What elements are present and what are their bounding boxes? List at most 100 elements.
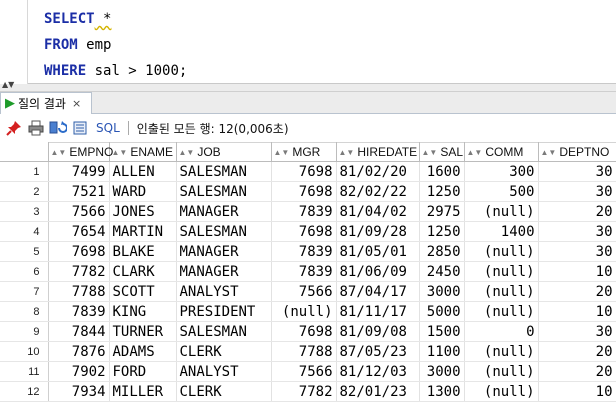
cell-ename[interactable]: TURNER [109,321,177,342]
cell-comm[interactable]: (null) [464,281,539,302]
cell-sal[interactable]: 2450 [419,261,465,282]
cell-empno[interactable]: 7698 [48,241,110,262]
cell-empno[interactable]: 7521 [48,181,110,202]
cell-mgr[interactable]: 7839 [271,241,337,262]
table-row[interactable]: 10 7876 ADAMS CLERK 7788 87/05/23 1100 (null) 20 [0,341,616,362]
cell-deptno[interactable]: 30 [538,321,616,342]
cell-ename[interactable]: FORD [109,361,177,382]
print-icon[interactable] [26,118,46,138]
table-row[interactable]: 8 7839 KING PRESIDENT (null) 81/11/17 5000 (nul… [0,301,616,322]
cell-hiredate[interactable]: 81/06/09 [336,261,420,282]
cell-empno[interactable]: 7782 [48,261,110,282]
cell-comm[interactable]: (null) [464,261,539,282]
cell-hiredate[interactable]: 81/05/01 [336,241,420,262]
cell-empno[interactable]: 7654 [48,221,110,242]
cell-job[interactable]: ANALYST [176,361,272,382]
close-icon[interactable]: × [72,97,81,110]
cell-hiredate[interactable]: 81/04/02 [336,201,420,222]
cell-empno[interactable]: 7499 [48,161,110,182]
cell-job[interactable]: CLERK [176,341,272,362]
cell-hiredate[interactable]: 81/02/20 [336,161,420,182]
cell-hiredate[interactable]: 82/01/23 [336,381,420,402]
column-header-hiredate[interactable]: ▲▼ HIREDATE [335,142,420,162]
cell-comm[interactable]: (null) [464,201,539,222]
cell-ename[interactable]: CLARK [109,261,177,282]
cell-sal[interactable]: 1500 [419,321,465,342]
cell-hiredate[interactable]: 81/09/28 [336,221,420,242]
cell-hiredate[interactable]: 81/09/08 [336,321,420,342]
sql-link[interactable]: SQL [96,121,120,135]
cell-deptno[interactable]: 30 [538,181,616,202]
sql-code[interactable]: SELECT * FROM emp WHERE sal > 1000; [44,6,187,84]
cell-empno[interactable]: 7876 [48,341,110,362]
cell-hiredate[interactable]: 87/04/17 [336,281,420,302]
cell-job[interactable]: MANAGER [176,241,272,262]
cell-ename[interactable]: MILLER [109,381,177,402]
table-row[interactable]: 11 7902 FORD ANALYST 7566 81/12/03 3000 (null) 2… [0,361,616,382]
cell-mgr[interactable]: 7698 [271,221,337,242]
cell-deptno[interactable]: 20 [538,341,616,362]
cell-empno[interactable]: 7844 [48,321,110,342]
cell-job[interactable]: SALESMAN [176,181,272,202]
cell-mgr[interactable]: 7782 [271,381,337,402]
cell-ename[interactable]: KING [109,301,177,322]
table-row[interactable]: 1 7499 ALLEN SALESMAN 7698 81/02/20 1600 300 30 [0,161,616,182]
cell-sal[interactable]: 3000 [419,361,465,382]
cell-ename[interactable]: ADAMS [109,341,177,362]
cell-deptno[interactable]: 10 [538,381,616,402]
cell-job[interactable]: MANAGER [176,261,272,282]
cell-mgr[interactable]: 7698 [271,181,337,202]
cell-mgr[interactable]: 7566 [271,281,337,302]
column-header-empno[interactable]: ▲▼ EMPNO [47,142,113,162]
table-row[interactable]: 7 7788 SCOTT ANALYST 7566 87/04/17 3000 (null) 2… [0,281,616,302]
cell-sal[interactable]: 1100 [419,341,465,362]
column-header-job[interactable]: ▲▼ JOB [175,142,272,162]
cell-comm[interactable]: 1400 [464,221,539,242]
cell-sal[interactable]: 2850 [419,241,465,262]
cell-mgr[interactable]: 7698 [271,161,337,182]
sql-editor[interactable]: SELECT * FROM emp WHERE sal > 1000; [0,0,616,84]
cell-sal[interactable]: 1250 [419,221,465,242]
cell-mgr[interactable]: 7698 [271,321,337,342]
cell-ename[interactable]: WARD [109,181,177,202]
column-header-sal[interactable]: ▲▼ SAL [418,142,465,162]
cell-sal[interactable]: 2975 [419,201,465,222]
column-header-ename[interactable]: ▲▼ ENAME [108,142,177,162]
cell-empno[interactable]: 7566 [48,201,110,222]
cell-ename[interactable]: SCOTT [109,281,177,302]
cell-sal[interactable]: 1300 [419,381,465,402]
cell-job[interactable]: PRESIDENT [176,301,272,322]
cell-empno[interactable]: 7902 [48,361,110,382]
refresh-icon[interactable] [48,118,68,138]
cell-sal[interactable]: 3000 [419,281,465,302]
cell-comm[interactable]: 300 [464,161,539,182]
cell-hiredate[interactable]: 82/02/22 [336,181,420,202]
column-header-comm[interactable]: ▲▼ COMM [463,142,539,162]
cell-sal[interactable]: 1600 [419,161,465,182]
cell-empno[interactable]: 7839 [48,301,110,322]
cell-ename[interactable]: ALLEN [109,161,177,182]
cell-ename[interactable]: MARTIN [109,221,177,242]
table-row[interactable]: 3 7566 JONES MANAGER 7839 81/04/02 2975 (null) 2… [0,201,616,222]
pane-splitter[interactable]: ▲▼ [0,81,616,92]
cell-deptno[interactable]: 30 [538,161,616,182]
cell-mgr[interactable]: 7788 [271,341,337,362]
cell-comm[interactable]: (null) [464,301,539,322]
cell-comm[interactable]: (null) [464,341,539,362]
pin-icon[interactable] [4,118,24,138]
cell-comm[interactable]: 500 [464,181,539,202]
cell-job[interactable]: SALESMAN [176,221,272,242]
cell-job[interactable]: ANALYST [176,281,272,302]
cell-empno[interactable]: 7788 [48,281,110,302]
cell-hiredate[interactable]: 81/11/17 [336,301,420,322]
cell-job[interactable]: MANAGER [176,201,272,222]
collapse-arrows-icon[interactable]: ▲▼ [2,81,14,89]
cell-comm[interactable]: 0 [464,321,539,342]
cell-hiredate[interactable]: 81/12/03 [336,361,420,382]
table-row[interactable]: 9 7844 TURNER SALESMAN 7698 81/09/08 1500 0 30 [0,321,616,342]
table-row[interactable]: 5 7698 BLAKE MANAGER 7839 81/05/01 2850 (null) 3… [0,241,616,262]
cell-mgr[interactable]: 7839 [271,261,337,282]
cell-deptno[interactable]: 30 [538,241,616,262]
cell-comm[interactable]: (null) [464,361,539,382]
cell-ename[interactable]: BLAKE [109,241,177,262]
